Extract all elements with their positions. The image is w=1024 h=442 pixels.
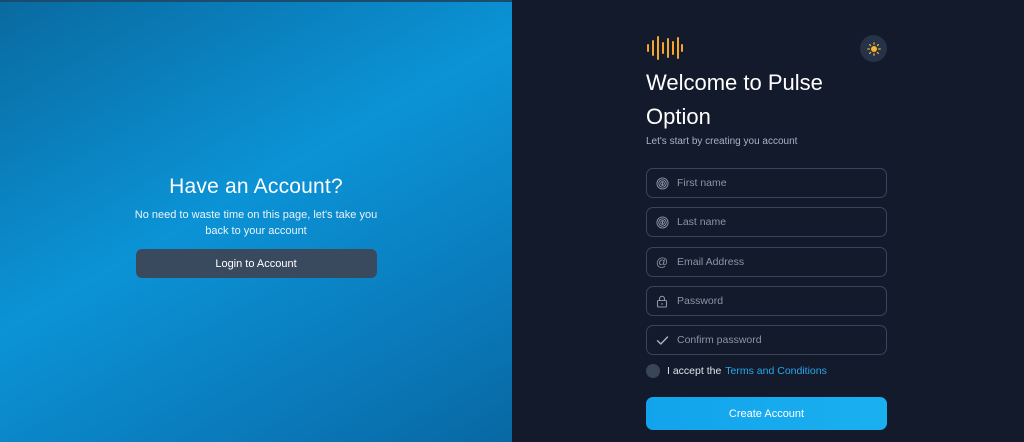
first-name-field[interactable] [646,168,887,198]
first-name-input[interactable] [677,170,886,196]
terms-and-conditions-link[interactable]: Terms and Conditions [725,365,827,377]
welcome-title: Welcome to Pulse Option [646,70,823,129]
last-name-field[interactable] [646,207,887,237]
fingerprint-icon [647,169,677,197]
email-field[interactable]: @ [646,247,887,277]
confirm-password-field[interactable] [646,325,887,355]
login-promo-subtitle: No need to waste time on this page, let'… [134,209,378,237]
sun-icon [866,41,881,56]
confirm-password-input[interactable] [677,327,886,353]
theme-toggle-button[interactable] [860,35,887,62]
signup-panel: Welcome to Pulse Option Let's start by c… [512,0,1024,442]
login-promo-title: Have an Account? [169,175,343,198]
login-promo-content: Have an Account? No need to waste time o… [0,175,512,278]
fingerprint-icon [647,208,677,236]
sound-wave-icon [647,36,683,60]
last-name-input[interactable] [677,209,886,235]
terms-prefix: I accept the [667,365,722,377]
check-icon [647,326,677,354]
lock-icon [647,287,677,315]
create-account-button[interactable]: Create Account [646,397,887,430]
signup-page: Have an Account? No need to waste time o… [0,0,1024,442]
terms-row: I accept the Terms and Conditions [646,364,827,378]
terms-checkbox[interactable] [646,364,660,378]
password-field[interactable] [646,286,887,316]
welcome-subtitle: Let's start by creating you account [646,136,798,147]
email-input[interactable] [677,249,886,275]
login-promo-panel: Have an Account? No need to waste time o… [0,0,512,442]
at-icon: @ [655,255,669,269]
login-to-account-button[interactable]: Login to Account [135,249,377,278]
password-input[interactable] [677,288,886,314]
